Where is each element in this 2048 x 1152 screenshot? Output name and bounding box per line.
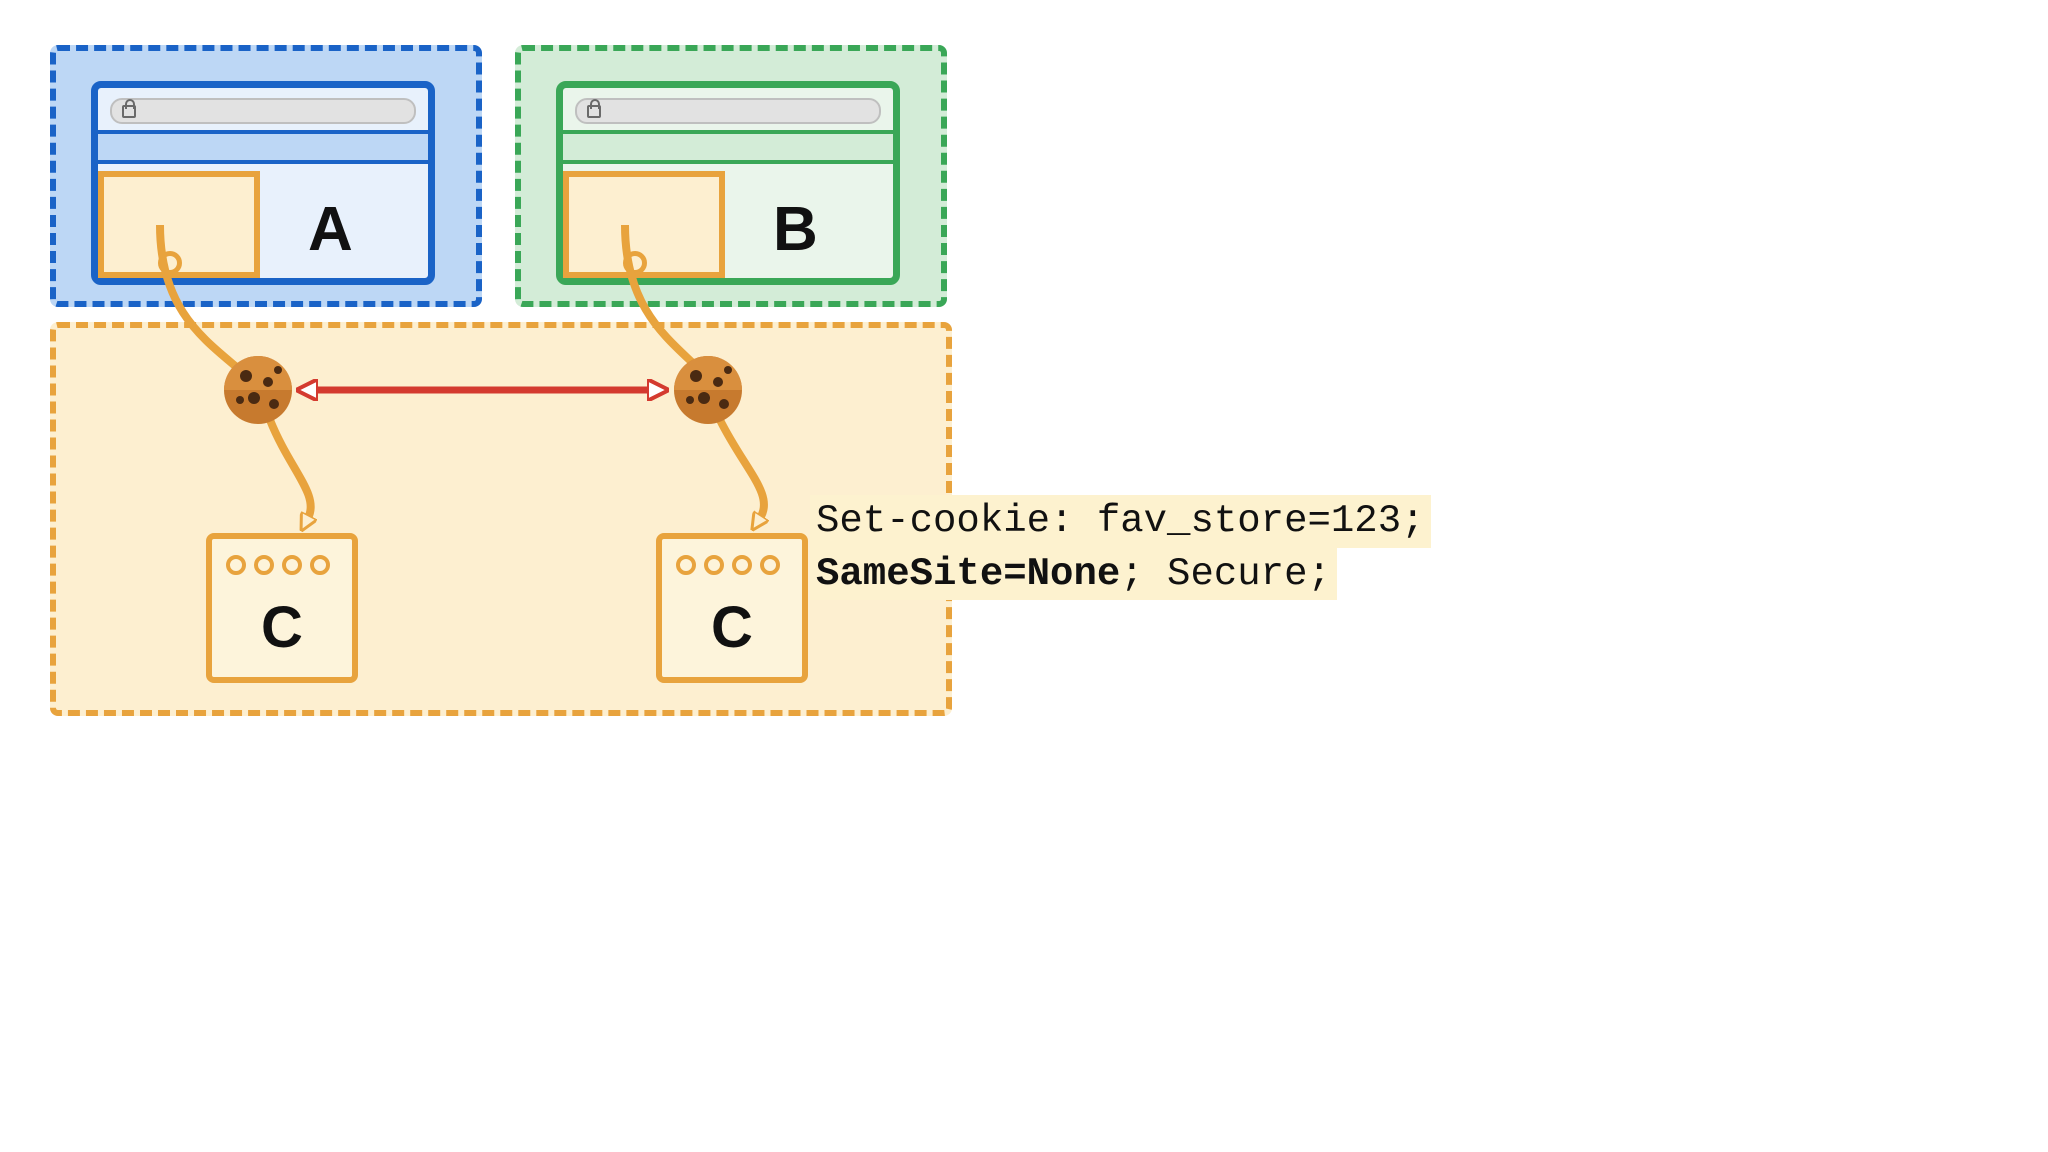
edge-cookie-to-c-right [720,420,764,518]
diagram-stage: A B C C [0,0,2048,1152]
code-line-2: SameSite=None; Secure; [810,548,1337,601]
code-line-1: Set-cookie: fav_store=123; [810,495,1431,548]
secure-token: ; Secure; [1120,552,1331,596]
set-cookie-annotation: Set-cookie: fav_store=123; SameSite=None… [810,495,1431,600]
samesite-none-token: SameSite=None [816,552,1120,596]
edge-b-to-cookie [625,225,700,370]
cookie-icon [224,356,292,424]
cookie-icon [674,356,742,424]
edge-a-to-cookie [160,225,240,370]
edge-cookie-to-c-left [270,420,311,518]
